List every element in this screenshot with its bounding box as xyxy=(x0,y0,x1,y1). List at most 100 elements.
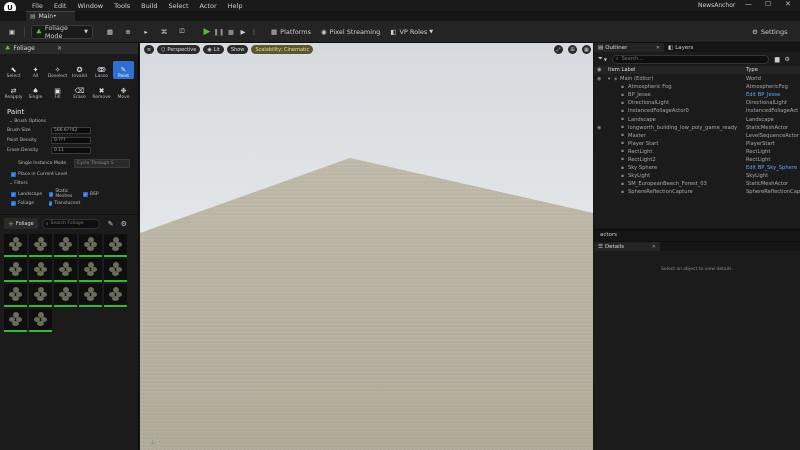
camera-speed-icon[interactable]: ⤢ xyxy=(554,45,563,54)
checkbox-icon[interactable]: ✓ xyxy=(83,191,88,197)
visibility-eye-icon[interactable]: ◉ xyxy=(597,125,601,131)
menu-item-actor[interactable]: Actor xyxy=(200,2,217,10)
close-tab-icon[interactable]: ✕ xyxy=(656,45,660,51)
gear-icon[interactable]: ⚙ xyxy=(785,56,790,63)
outliner-row[interactable]: ▪ Player Start PlayerStart xyxy=(594,140,800,148)
foliage-type-thumbnail[interactable] xyxy=(4,309,27,332)
menu-item-window[interactable]: Window xyxy=(77,2,103,10)
checkbox-icon[interactable]: ✓ xyxy=(11,201,16,206)
foliage-type-thumbnail[interactable] xyxy=(4,259,27,282)
menu-item-edit[interactable]: Edit xyxy=(54,2,67,10)
outliner-row[interactable]: ▪ SphereReflectionCapture SphereReflection… xyxy=(594,188,800,196)
foliage-search-box[interactable]: ⌕ Search Foliage xyxy=(41,218,100,229)
menu-item-build[interactable]: Build xyxy=(141,2,157,10)
checkbox-icon[interactable]: ✓ xyxy=(49,201,53,206)
launch-button[interactable]: ▶ xyxy=(237,25,249,39)
tool-select-button[interactable]: ⬉ Select xyxy=(3,61,24,79)
outliner-row[interactable]: ▪ Master LevelSequenceActor xyxy=(594,132,800,140)
close-button[interactable]: ✕ xyxy=(785,0,791,8)
minimize-button[interactable]: — xyxy=(745,0,752,8)
filter-icon[interactable]: ⏷ xyxy=(598,55,603,63)
outliner-row[interactable]: ▪ DirectionalLight DirectionalLight xyxy=(594,99,800,107)
foliage-type-thumbnail[interactable] xyxy=(79,259,102,282)
outliner-row[interactable]: ◉ ▾ ◈ Main (Editor) World xyxy=(594,75,800,83)
filter-bsp[interactable]: ✓ BSP xyxy=(83,189,113,199)
perspective-button[interactable]: ⬡ Perspective xyxy=(157,45,201,54)
column-type[interactable]: Type xyxy=(746,67,758,73)
tool-all-button[interactable]: ✦ All xyxy=(25,61,46,79)
menu-item-help[interactable]: Help xyxy=(228,2,243,10)
close-tab-icon[interactable]: ✕ xyxy=(652,244,656,250)
foliage-tab[interactable]: ♣ Foliage ✕ xyxy=(0,43,138,54)
tool-paint-button[interactable]: ✎ Paint xyxy=(113,61,134,79)
foliage-type-thumbnail[interactable] xyxy=(54,259,77,282)
add-foliage-button[interactable]: + Foliage xyxy=(4,218,38,229)
vp-roles-button[interactable]: ◧ VP Roles ▼ xyxy=(390,25,433,39)
cinematics-icon[interactable]: ⎚ xyxy=(175,25,189,39)
single-instance-dropdown[interactable]: Cycle Through S xyxy=(74,159,130,168)
tool-invalid-button[interactable]: ✪ Invalid xyxy=(69,61,90,79)
outliner-row[interactable]: ▪ Sky Sphere Edit BP_Sky_Sphere xyxy=(594,164,800,172)
tool-lasso-button[interactable]: ↂ Lasso xyxy=(91,61,112,79)
outliner-row[interactable]: ▪ SM_EuropeanBeech_Forest_03 StaticMeshAct… xyxy=(594,180,800,188)
checkbox-icon[interactable]: ✓ xyxy=(11,172,16,177)
close-tab-icon[interactable]: ✕ xyxy=(57,45,62,52)
place-current-level-row[interactable]: ✓ Place in Current Level xyxy=(0,172,138,177)
tool-move-button[interactable]: ✥ Move xyxy=(113,82,134,100)
outliner-row[interactable]: ▪ Atmospheric Fog AtmosphericFog xyxy=(594,83,800,91)
outliner-row[interactable]: ▪ InstancedFoliageActor0 InstancedFoliageA… xyxy=(594,107,800,115)
checkbox-icon[interactable]: ✓ xyxy=(49,191,54,197)
folder-add-icon[interactable]: ▆ xyxy=(775,56,780,63)
filter-static-meshes[interactable]: ✓ Static Meshes xyxy=(49,189,83,199)
menu-item-tools[interactable]: Tools xyxy=(114,2,130,10)
foliage-type-thumbnail[interactable] xyxy=(104,259,127,282)
tool-deselect-button[interactable]: ✧ Deselect xyxy=(47,61,68,79)
menu-item-file[interactable]: File xyxy=(32,2,43,10)
foliage-type-thumbnail[interactable] xyxy=(4,284,27,307)
add-actor-icon[interactable]: ⊕ xyxy=(121,25,135,39)
level-viewport[interactable]: ≡ ⬡ Perspective ◉ Lit Show Scalability: … xyxy=(140,43,593,450)
brush-size-field[interactable]: 566.6??42 xyxy=(51,127,91,134)
outliner-row[interactable]: ▪ SkyLight SkyLight xyxy=(594,172,800,180)
edit-blueprint-link[interactable]: Edit BP_Jesse xyxy=(746,92,780,98)
filter-foliage[interactable]: ✓ Foliage xyxy=(11,201,49,206)
foliage-type-thumbnail[interactable] xyxy=(29,259,52,282)
level-tab[interactable]: ▤ Main• xyxy=(26,11,75,21)
play-button[interactable]: ▶ xyxy=(201,25,213,39)
foliage-type-thumbnail[interactable] xyxy=(79,284,102,307)
show-button[interactable]: Show xyxy=(226,45,249,54)
paint-density-field[interactable]: 0.??? xyxy=(51,137,91,144)
layers-tab[interactable]: ◧ Layers xyxy=(664,43,697,52)
tool-remove-button[interactable]: ✖ Remove xyxy=(91,82,112,100)
foliage-type-thumbnail[interactable] xyxy=(54,234,77,257)
foliage-type-thumbnail[interactable] xyxy=(79,234,102,257)
tool-erase-button[interactable]: ⌫ Erase xyxy=(69,82,90,100)
pixel-streaming-button[interactable]: ◉ Pixel Streaming xyxy=(321,25,380,39)
column-item-label[interactable]: Item Label xyxy=(608,67,635,73)
outliner-row[interactable]: ▪ RectLight RectLight xyxy=(594,148,800,156)
menu-item-select[interactable]: Select xyxy=(168,2,188,10)
platforms-button[interactable]: ▦ Platforms xyxy=(271,25,311,39)
outliner-row[interactable]: ▪ Landscape Landscape xyxy=(594,115,800,123)
foliage-type-thumbnail[interactable] xyxy=(29,234,52,257)
outliner-tab[interactable]: ▤ Outliner ✕ xyxy=(594,43,664,52)
outliner-row[interactable]: ◉ ▪ longworth_building_low_poly_game_ready… xyxy=(594,124,800,132)
filter-landscape[interactable]: ✓ Landscape xyxy=(11,189,49,199)
lit-button[interactable]: ◉ Lit xyxy=(203,45,224,54)
settings-button[interactable]: ⚙ Settings xyxy=(752,25,788,39)
tool-reapply-button[interactable]: ⇄ Reapply xyxy=(3,82,24,100)
expand-arrow-icon[interactable]: ▾ xyxy=(608,77,610,82)
tool-single-button[interactable]: ♠ Single xyxy=(25,82,46,100)
mode-dropdown[interactable]: ♣ Foliage Mode ▼ xyxy=(31,24,93,40)
filter-translucent[interactable]: ✓ Translucent xyxy=(49,201,80,206)
tool-fill-button[interactable]: ▣ Fill xyxy=(47,82,68,100)
erase-density-field[interactable]: 0.11 xyxy=(51,147,91,154)
edit-blueprint-link[interactable]: Edit BP_Sky_Sphere xyxy=(746,165,797,171)
stop-button[interactable]: ■ xyxy=(225,25,237,39)
maximize-viewport-icon[interactable]: ⊞ xyxy=(568,45,577,54)
save-icon[interactable]: ▣ xyxy=(6,25,18,39)
maximize-button[interactable]: ☐ xyxy=(765,0,771,8)
foliage-type-thumbnail[interactable] xyxy=(4,234,27,257)
content-icon[interactable]: ▦ xyxy=(103,25,117,39)
scalability-badge[interactable]: Scalability: Cinematic xyxy=(251,45,314,54)
